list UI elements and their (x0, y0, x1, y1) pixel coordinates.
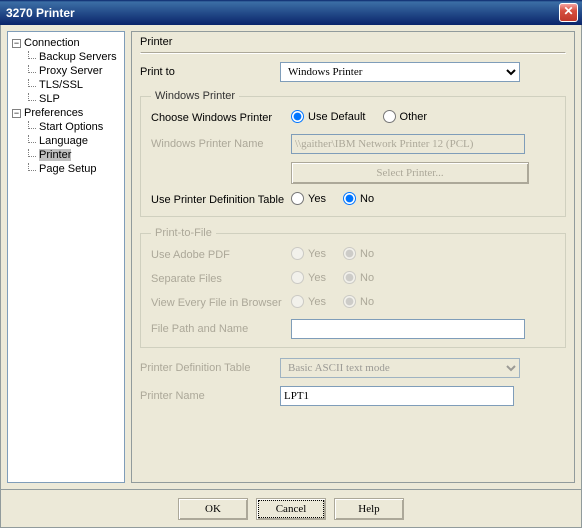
collapse-icon[interactable]: − (12, 39, 21, 48)
help-button[interactable]: Help (334, 498, 404, 520)
ok-button[interactable]: OK (178, 498, 248, 520)
collapse-icon[interactable]: − (12, 109, 21, 118)
tree-start-options[interactable]: Start Options (10, 120, 122, 134)
file-path-input[interactable] (291, 319, 525, 339)
nav-tree: −Connection Backup Servers Proxy Server … (7, 31, 125, 483)
print-to-file-group: Print-to-File Use Adobe PDF Yes No Separ… (140, 227, 566, 348)
print-to-file-legend: Print-to-File (151, 227, 216, 239)
tree-slp[interactable]: SLP (10, 92, 122, 106)
sep-no-radio: No (343, 271, 374, 284)
tree-printer[interactable]: Printer (10, 148, 122, 162)
select-printer-button: Select Printer... (291, 162, 529, 184)
print-to-label: Print to (140, 66, 280, 78)
choose-printer-label: Choose Windows Printer (151, 112, 291, 124)
pdt-select-label: Printer Definition Table (140, 362, 280, 374)
printer-name-input (291, 134, 525, 154)
tree-backup-servers[interactable]: Backup Servers (10, 50, 122, 64)
adobe-yes-radio: Yes (291, 247, 326, 260)
tree-proxy-server[interactable]: Proxy Server (10, 64, 122, 78)
section-header: Printer (140, 36, 566, 48)
content-panel: Printer Print to Windows Printer Windows… (131, 31, 575, 483)
window-body: −Connection Backup Servers Proxy Server … (0, 25, 582, 490)
divider (140, 52, 566, 54)
file-path-label: File Path and Name (151, 323, 291, 335)
pdt-select: Basic ASCII text mode (280, 358, 520, 378)
printer-name2-input[interactable] (280, 386, 514, 406)
sep-yes-radio: Yes (291, 271, 326, 284)
tree-tls-ssl[interactable]: TLS/SSL (10, 78, 122, 92)
view-no-radio: No (343, 295, 374, 308)
tree-language[interactable]: Language (10, 134, 122, 148)
window-title: 3270 Printer (6, 6, 75, 20)
adobe-pdf-label: Use Adobe PDF (151, 249, 291, 261)
tree-preferences[interactable]: −Preferences (10, 106, 122, 120)
windows-printer-legend: Windows Printer (151, 90, 239, 102)
use-default-radio[interactable]: Use Default (291, 110, 365, 123)
cancel-button[interactable]: Cancel (256, 498, 326, 520)
separate-files-label: Separate Files (151, 273, 291, 285)
printer-name2-label: Printer Name (140, 390, 280, 402)
button-bar: OK Cancel Help (0, 490, 582, 528)
printer-name-label: Windows Printer Name (151, 138, 291, 150)
pdt-yes-radio[interactable]: Yes (291, 192, 326, 205)
pdt-no-radio[interactable]: No (343, 192, 374, 205)
adobe-no-radio: No (343, 247, 374, 260)
other-radio[interactable]: Other (383, 110, 428, 123)
title-bar: 3270 Printer ✕ (0, 0, 582, 25)
tree-page-setup[interactable]: Page Setup (10, 162, 122, 176)
tree-connection[interactable]: −Connection (10, 36, 122, 50)
close-icon[interactable]: ✕ (559, 3, 578, 22)
view-browser-label: View Every File in Browser (151, 297, 291, 309)
print-to-select[interactable]: Windows Printer (280, 62, 520, 82)
windows-printer-group: Windows Printer Choose Windows Printer U… (140, 90, 566, 217)
view-yes-radio: Yes (291, 295, 326, 308)
pdt-label: Use Printer Definition Table (151, 194, 291, 206)
